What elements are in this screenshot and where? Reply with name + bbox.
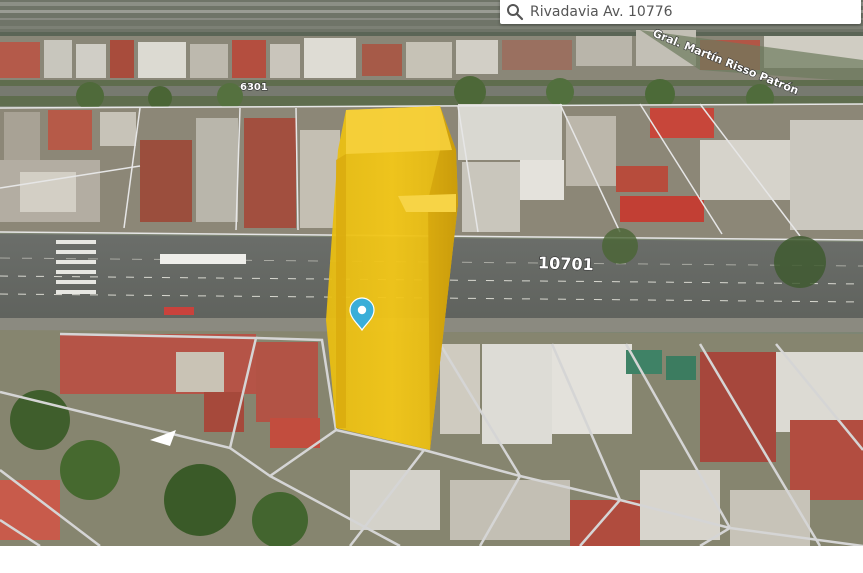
search-input[interactable] — [530, 1, 850, 23]
street-number-top: 6301 — [240, 82, 268, 93]
search-box[interactable] — [500, 0, 861, 24]
car — [164, 307, 194, 315]
map-viewport[interactable]: 10701 6301 Gral. Martín Risso Patrón — [0, 0, 863, 546]
search-icon[interactable] — [506, 3, 524, 21]
bus — [160, 254, 246, 264]
map-3d-scene[interactable]: 10701 6301 Gral. Martín Risso Patrón — [0, 0, 863, 546]
city-block-top — [0, 30, 863, 84]
street-number-main: 10701 — [538, 253, 594, 274]
bottom-strip — [0, 546, 863, 573]
